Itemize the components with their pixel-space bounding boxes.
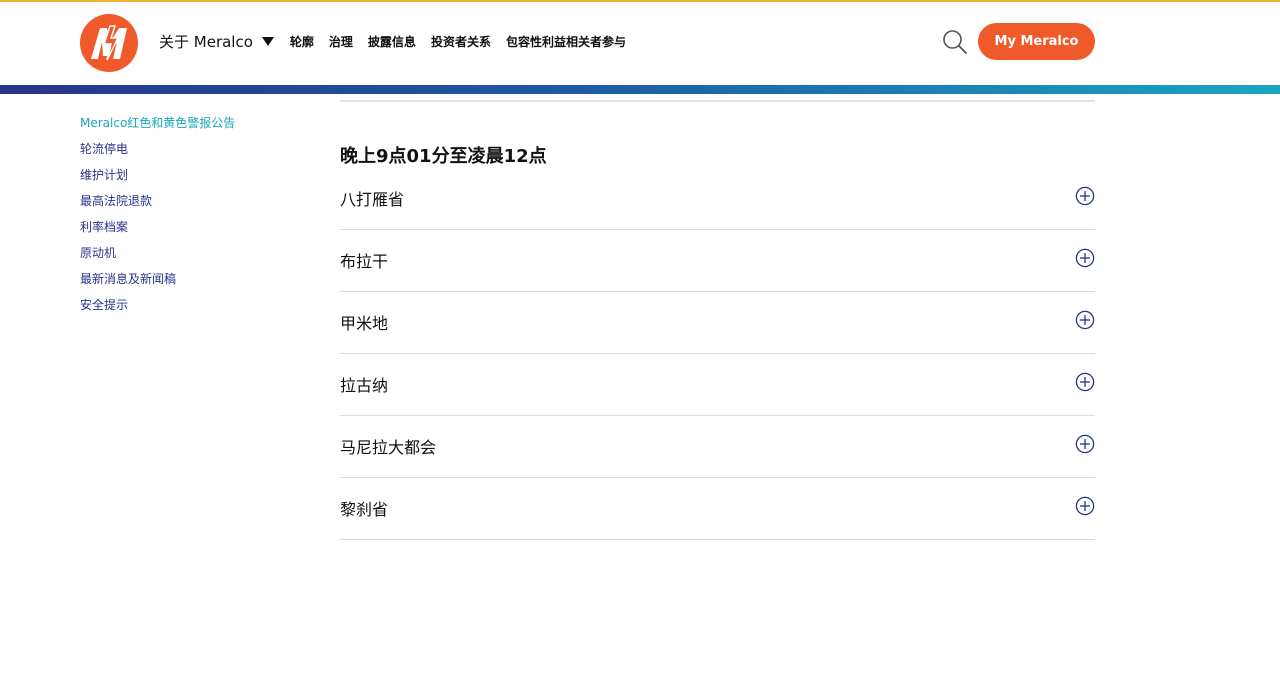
accordion-label: 马尼拉大都会 (340, 438, 437, 457)
caret-down-icon (261, 37, 274, 46)
nav-item-investor-relations[interactable]: 投资者关系 (431, 33, 491, 50)
accordion-item-bulacan[interactable]: 布拉干 (340, 230, 1095, 292)
accordion-item-rizal[interactable]: 黎刹省 (340, 478, 1095, 540)
plus-circle-icon[interactable] (1075, 248, 1095, 268)
sidebar-item-supreme-court-refund[interactable]: 最高法院退款 (80, 194, 300, 209)
divider (340, 100, 1095, 102)
sidebar-item-news-releases[interactable]: 最新消息及新闻稿 (80, 272, 300, 287)
accordion-label: 拉古纳 (340, 376, 389, 395)
nav-item-governance[interactable]: 治理 (329, 33, 353, 50)
nav-item-label: 关于 Meralco (159, 33, 253, 51)
plus-circle-icon[interactable] (1075, 372, 1095, 392)
accordion-item-cavite[interactable]: 甲米地 (340, 292, 1095, 354)
plus-circle-icon[interactable] (1075, 310, 1095, 330)
nav-item-profile[interactable]: 轮廓 (290, 33, 314, 50)
sidebar-item-alert-notices[interactable]: Meralco红色和黄色警报公告 (80, 116, 300, 131)
plus-circle-icon[interactable] (1075, 186, 1095, 206)
section-title: 晚上9点01分至凌晨12点 (340, 146, 547, 167)
accordion-label: 布拉干 (340, 252, 389, 271)
site-header: 关于 Meralco 轮廓 治理 披露信息 投资者关系 包容性利益相关者参与 M… (0, 2, 1280, 85)
sidebar-item-rate-archives[interactable]: 利率档案 (80, 220, 300, 235)
meralco-logo-icon[interactable] (80, 14, 138, 72)
accordion-item-batangas[interactable]: 八打雁省 (340, 168, 1095, 230)
accordion-item-laguna[interactable]: 拉古纳 (340, 354, 1095, 416)
accordion-item-metro-manila[interactable]: 马尼拉大都会 (340, 416, 1095, 478)
main-nav: 关于 Meralco 轮廓 治理 披露信息 投资者关系 包容性利益相关者参与 (159, 2, 641, 81)
nav-item-stakeholder-engagement[interactable]: 包容性利益相关者参与 (506, 33, 626, 50)
accordion-label: 黎刹省 (340, 500, 389, 519)
main-content: 晚上9点01分至凌晨12点 八打雁省 布拉干 甲米地 拉古纳 马尼拉大都会 黎刹… (340, 94, 1095, 540)
plus-circle-icon[interactable] (1075, 434, 1095, 454)
sidebar-item-prime-movers[interactable]: 原动机 (80, 246, 300, 261)
sidebar-item-safety-tips[interactable]: 安全提示 (80, 298, 300, 313)
my-meralco-button[interactable]: My Meralco (978, 23, 1095, 60)
sidebar-item-maintenance-schedule[interactable]: 维护计划 (80, 168, 300, 183)
plus-circle-icon[interactable] (1075, 496, 1095, 516)
sidebar: Meralco红色和黄色警报公告 轮流停电 维护计划 最高法院退款 利率档案 原… (80, 116, 300, 324)
nav-item-disclosures[interactable]: 披露信息 (368, 33, 416, 50)
accordion-label: 甲米地 (340, 314, 389, 333)
sidebar-item-rotational-outages[interactable]: 轮流停电 (80, 142, 300, 157)
header-gradient-bar (0, 85, 1280, 94)
accordion-label: 八打雁省 (340, 190, 405, 209)
nav-item-about[interactable]: 关于 Meralco (159, 31, 274, 52)
search-icon[interactable] (942, 29, 968, 55)
